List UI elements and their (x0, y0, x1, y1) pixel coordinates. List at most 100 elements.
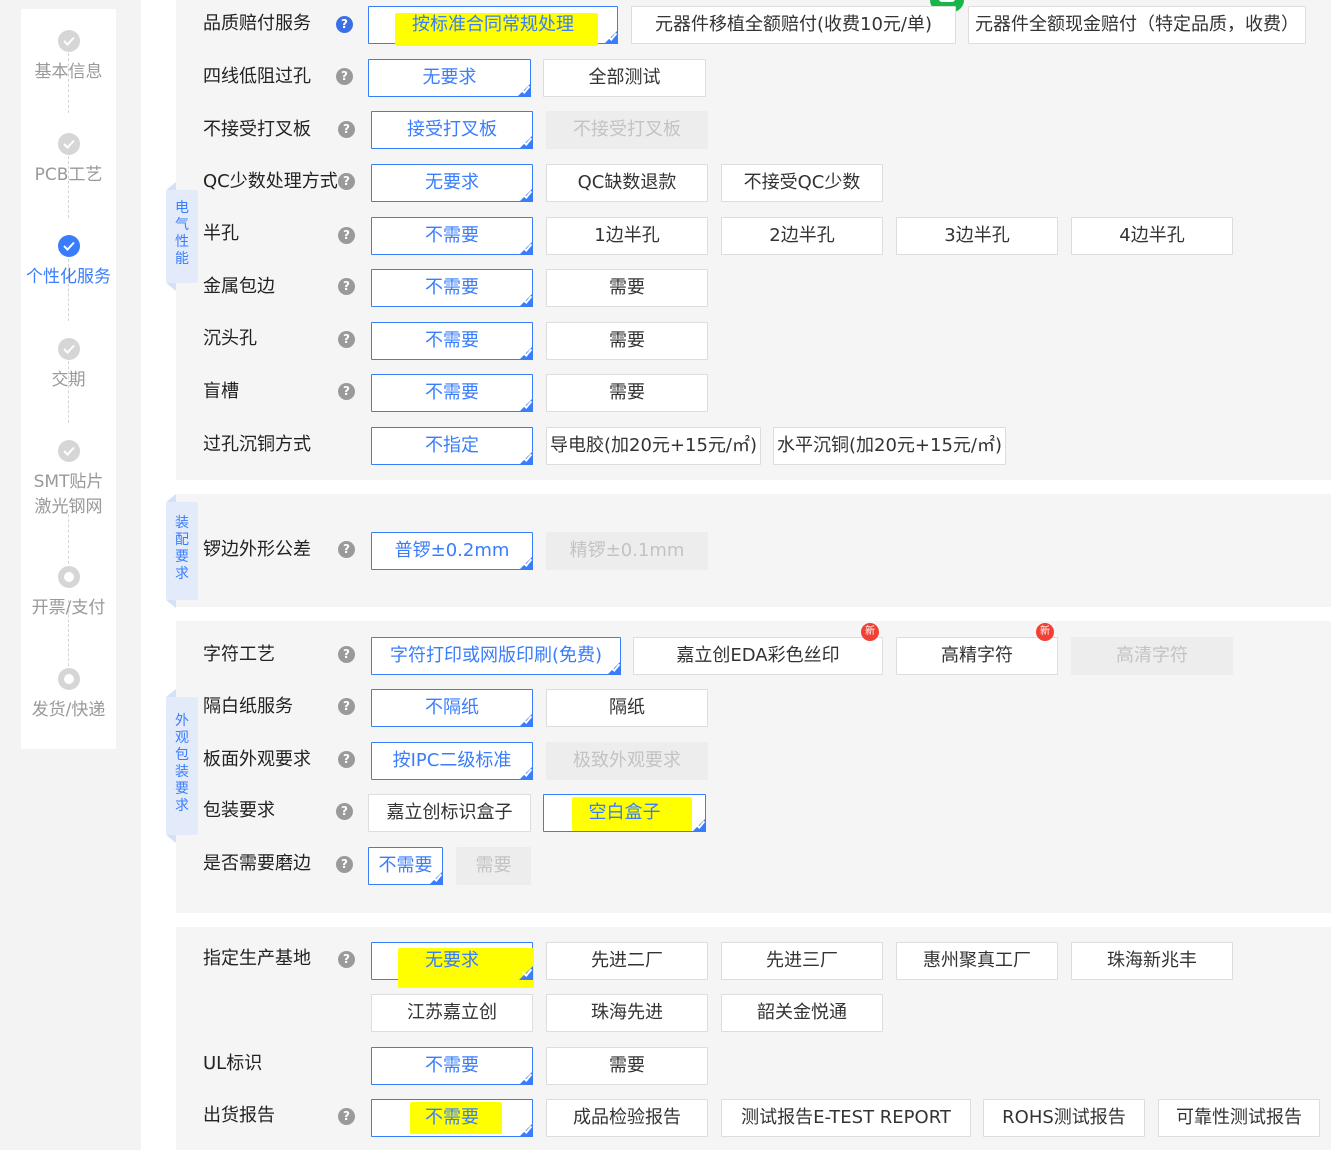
check-icon (57, 338, 80, 360)
step-label: 交期 (51, 370, 86, 390)
option-button[interactable]: 无要求 (368, 59, 531, 97)
option-button[interactable]: 元器件全额现金赔付（特定品质，收费） (968, 6, 1306, 44)
option-button[interactable]: 接受打叉板 (371, 111, 533, 149)
option-button[interactable]: 普锣±0.2mm (371, 532, 533, 570)
new-badge: 新 (1036, 623, 1054, 641)
tag-char: 性 (175, 234, 189, 250)
option-button[interactable]: 可靠性测试报告 (1158, 1099, 1320, 1137)
option-button[interactable]: 全部测试 (543, 59, 706, 97)
option-button[interactable]: 不需要 (371, 1099, 533, 1137)
option-button[interactable]: 嘉立创EDA彩色丝印 (633, 637, 883, 675)
option-button[interactable]: 水平沉铜(加20元+15元/㎡) (773, 427, 1006, 465)
option-button[interactable]: 江苏嘉立创 (371, 994, 533, 1032)
option-button[interactable]: 不需要 (371, 269, 533, 307)
option-button[interactable]: 高精字符 (896, 637, 1058, 675)
option-button[interactable]: 3边半孔 (896, 217, 1058, 255)
tag-char: 包 (175, 747, 189, 763)
help-icon[interactable]: ? (336, 16, 353, 33)
step-lead-time[interactable]: 交期 (21, 338, 116, 393)
help-icon[interactable]: ? (336, 803, 353, 820)
help-icon[interactable]: ? (336, 68, 353, 85)
option-button[interactable]: 韶关金悦通 (721, 994, 883, 1032)
option-button[interactable]: 先进二厂 (546, 942, 708, 980)
option-button[interactable]: 按IPC二级标准 (371, 742, 533, 780)
help-icon[interactable]: ? (336, 856, 353, 873)
option-button[interactable]: ROHS测试报告 (983, 1099, 1145, 1137)
option-button[interactable]: 2边半孔 (721, 217, 883, 255)
option-button: 不接受打叉板 (546, 111, 708, 149)
option-button[interactable]: 不需要 (368, 847, 443, 885)
option-button[interactable]: 测试报告E-TEST REPORT (721, 1099, 971, 1137)
option-label: 成品检验报告 (573, 1107, 681, 1128)
option-button: 高清字符 (1071, 637, 1233, 675)
step-basic-info[interactable]: 基本信息 (21, 30, 116, 85)
option-button[interactable]: 需要 (546, 374, 708, 412)
option-button[interactable]: 不需要 (371, 322, 533, 360)
step-invoice-payment[interactable]: 开票/支付 (21, 566, 116, 621)
step-pcb-process[interactable]: PCB工艺 (21, 133, 116, 188)
option-button[interactable]: 按标准合同常规处理 (368, 6, 618, 46)
option-label: 测试报告E-TEST REPORT (741, 1107, 951, 1128)
option-button[interactable]: 不需要 (371, 374, 533, 412)
option-button[interactable]: 不需要 (371, 1047, 533, 1085)
option-button[interactable]: 元器件移植全额赔付(收费10元/单) (631, 6, 956, 44)
help-icon[interactable]: ? (338, 646, 355, 663)
tag-char: 装 (175, 764, 189, 780)
row-label: 隔白纸服务 (203, 696, 293, 717)
row-label: UL标识 (203, 1053, 263, 1074)
help-icon[interactable]: ? (338, 121, 355, 138)
option-button[interactable]: 成品检验报告 (546, 1099, 708, 1137)
option-label: 不隔纸 (425, 697, 479, 718)
step-connector (68, 514, 69, 564)
option-label: 普锣±0.2mm (394, 540, 510, 561)
option-button[interactable]: 惠州聚真工厂 (896, 942, 1058, 980)
option-button[interactable]: 无要求 (371, 942, 534, 988)
row-label: 品质赔付服务 (203, 13, 311, 34)
option-button: 精锣±0.1mm (546, 532, 708, 570)
help-icon[interactable]: ? (338, 173, 355, 190)
step-shipping[interactable]: 发货/快递 (21, 668, 116, 723)
option-button[interactable]: 珠海新兆丰 (1071, 942, 1233, 980)
option-button[interactable]: 需要 (546, 1047, 708, 1085)
option-button[interactable]: 4边半孔 (1071, 217, 1233, 255)
help-icon[interactable]: ? (338, 383, 355, 400)
option-button[interactable]: 需要 (546, 322, 708, 360)
option-label: 元器件移植全额赔付(收费10元/单) (654, 14, 932, 35)
option-label: 不接受QC少数 (743, 172, 861, 193)
option-label: 无要求 (425, 172, 479, 193)
pending-circle-icon (57, 566, 80, 588)
option-button[interactable]: 不指定 (371, 427, 533, 465)
option-button[interactable]: 先进三厂 (721, 942, 883, 980)
option-button[interactable]: 字符打印或网版印刷(免费) (371, 637, 621, 675)
row-label: 出货报告 (203, 1105, 275, 1126)
option-label: 按标准合同常规处理 (412, 14, 574, 35)
step-personalized-service[interactable]: 个性化服务 (21, 235, 116, 290)
help-icon[interactable]: ? (338, 227, 355, 244)
option-button[interactable]: 需要 (546, 269, 708, 307)
option-label: 韶关金悦通 (757, 1002, 847, 1023)
help-icon[interactable]: ? (338, 698, 355, 715)
option-label: 高清字符 (1116, 645, 1188, 666)
option-button[interactable]: 导电胶(加20元+15元/㎡) (546, 427, 761, 465)
option-button[interactable]: 不接受QC少数 (721, 164, 883, 202)
help-icon[interactable]: ? (338, 541, 355, 558)
option-button[interactable]: 珠海先进 (546, 994, 708, 1032)
option-button[interactable]: 空白盒子 (543, 794, 706, 832)
help-icon[interactable]: ? (338, 278, 355, 295)
option-button[interactable]: 无要求 (371, 164, 533, 202)
help-icon[interactable]: ? (338, 331, 355, 348)
help-icon[interactable]: ? (338, 751, 355, 768)
option-button[interactable]: 隔纸 (546, 689, 708, 727)
option-button[interactable]: 不隔纸 (371, 689, 533, 727)
option-label: 需要 (609, 330, 645, 351)
option-label: 不需要 (425, 1055, 479, 1076)
help-icon[interactable]: ? (338, 951, 355, 968)
new-badge: 新 (861, 623, 879, 641)
option-label: 不需要 (425, 330, 479, 351)
option-button[interactable]: QC缺数退款 (546, 164, 708, 202)
help-icon[interactable]: ? (338, 1108, 355, 1125)
option-button[interactable]: 嘉立创标识盒子 (368, 794, 531, 832)
option-button[interactable]: 1边半孔 (546, 217, 708, 255)
step-smt-stencil[interactable]: SMT贴片 激光钢网 (21, 440, 116, 520)
option-button[interactable]: 不需要 (371, 217, 533, 255)
